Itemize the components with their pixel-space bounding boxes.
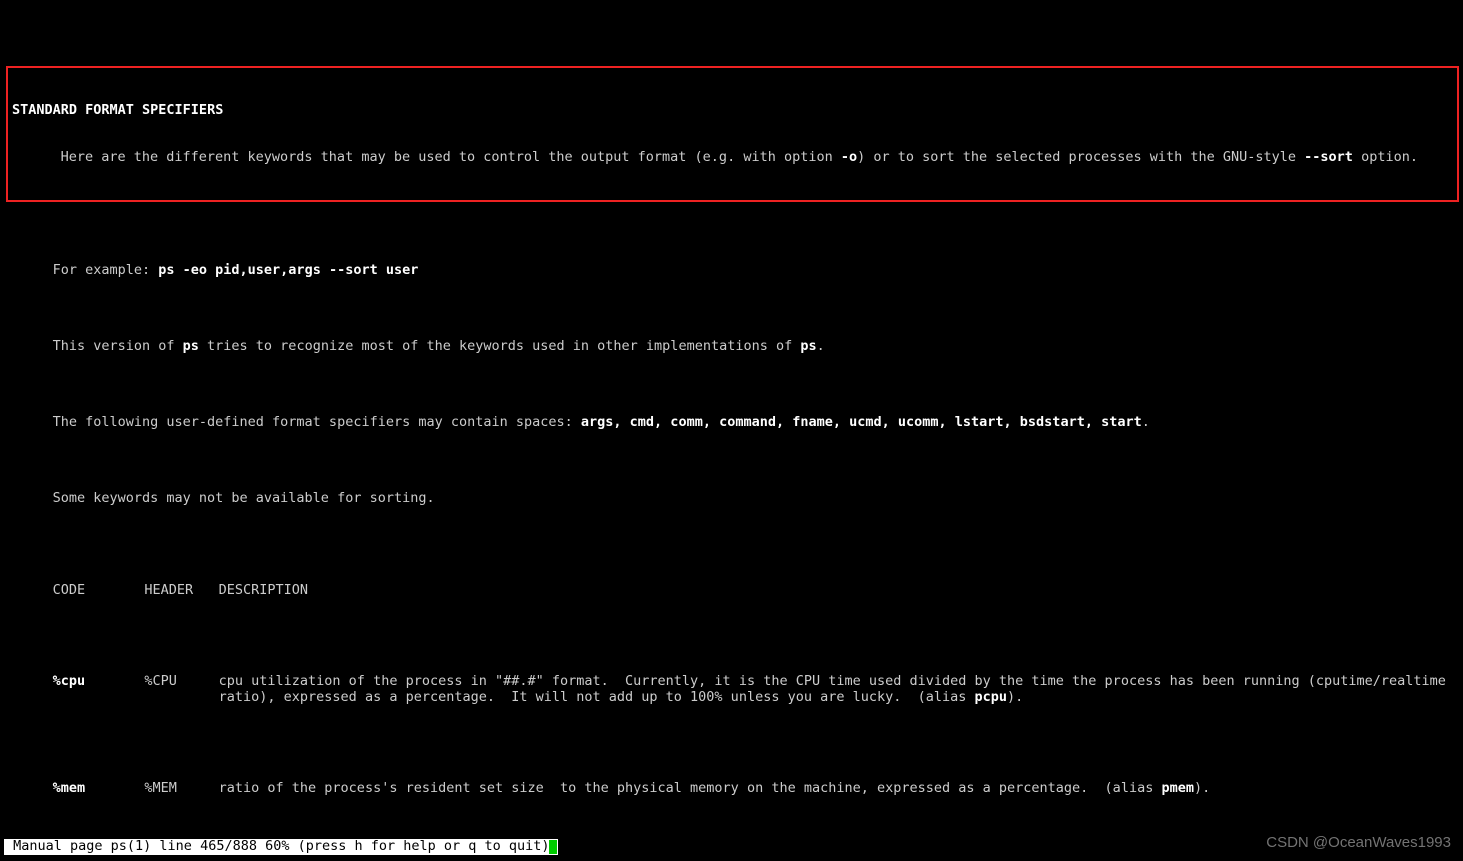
example-line: For example: ps -eo pid,user,args --sort… bbox=[4, 263, 1463, 279]
spec-row-mem: %mem %MEM ratio of the process's residen… bbox=[4, 781, 1463, 797]
man-page-content[interactable]: STANDARD FORMAT SPECIFIERS Here are the … bbox=[0, 0, 1463, 861]
recognize-line: This version of ps tries to recognize mo… bbox=[4, 339, 1463, 355]
spec-row-cpu: %cpu %CPU cpu utilization of the process… bbox=[4, 674, 1463, 705]
section-title: STANDARD FORMAT SPECIFIERS bbox=[12, 103, 1453, 119]
col-code-hdr: CODE bbox=[4, 583, 144, 599]
watermark: CSDN @OceanWaves1993 bbox=[1266, 834, 1451, 851]
col-desc-hdr: DESCRIPTION bbox=[219, 583, 1463, 599]
sort-note: Some keywords may not be available for s… bbox=[4, 491, 1463, 507]
col-header-hdr: HEADER bbox=[144, 583, 218, 599]
cursor-icon bbox=[549, 840, 557, 855]
udf-line: The following user-defined format specif… bbox=[4, 415, 1463, 431]
less-status-bar[interactable]: Manual page ps(1) line 465/888 60% (pres… bbox=[4, 839, 558, 855]
section-intro: Here are the different keywords that may… bbox=[12, 150, 1453, 166]
section-header-box: STANDARD FORMAT SPECIFIERS Here are the … bbox=[6, 66, 1459, 202]
spec-header-row: CODE HEADER DESCRIPTION bbox=[4, 583, 1463, 599]
